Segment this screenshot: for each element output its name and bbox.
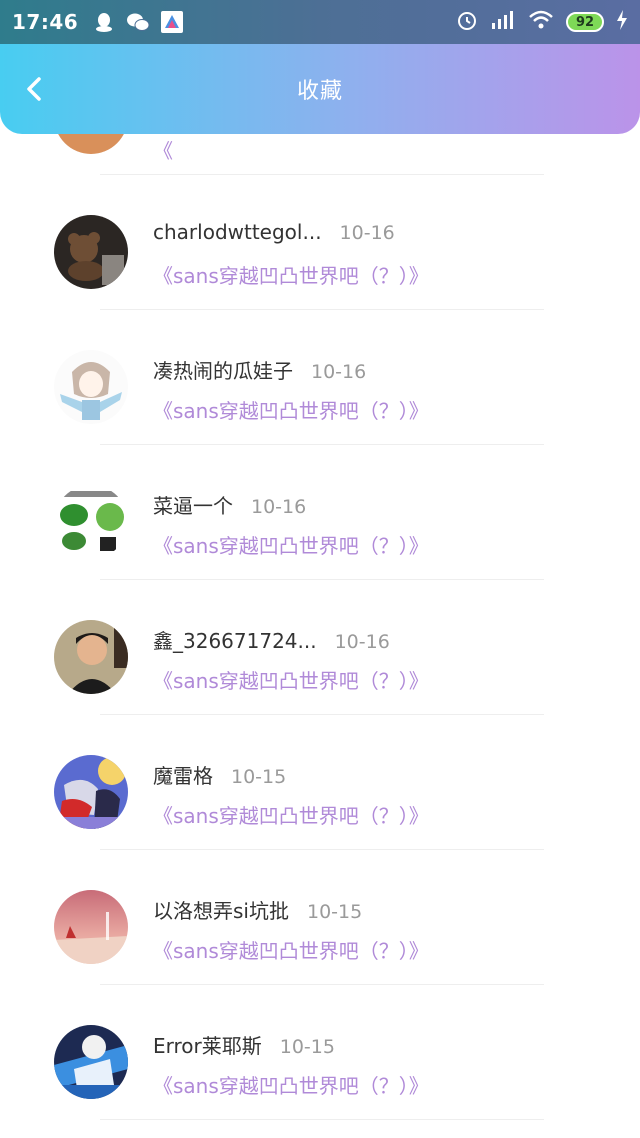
post-title[interactable]: 《 bbox=[153, 135, 173, 164]
user-name[interactable]: Error莱耶斯 bbox=[153, 1030, 262, 1059]
back-button[interactable] bbox=[22, 77, 46, 101]
user-name[interactable]: 魔雷格 bbox=[153, 760, 213, 789]
status-bar: 17:46 92 bbox=[0, 0, 640, 44]
list-item[interactable]: 凑热闹的瓜娃子 10-16 《sans穿越凹凸世界吧（？）》 bbox=[0, 310, 640, 445]
qq-icon bbox=[92, 10, 116, 34]
date-label: 10-15 bbox=[306, 901, 363, 923]
divider bbox=[100, 1119, 544, 1120]
avatar[interactable] bbox=[54, 890, 128, 964]
status-time: 17:46 bbox=[12, 10, 79, 34]
avatar[interactable] bbox=[54, 485, 128, 559]
user-name[interactable]: charlodwttegol... bbox=[153, 220, 322, 244]
post-title[interactable]: 《sans穿越凹凸世界吧（？）》 bbox=[153, 935, 429, 964]
post-title[interactable]: 《sans穿越凹凸世界吧（？）》 bbox=[153, 530, 429, 559]
avatar[interactable] bbox=[54, 755, 128, 829]
user-name[interactable]: 菜逼一个 bbox=[153, 490, 233, 519]
date-label: 10-16 bbox=[251, 496, 307, 518]
avatar[interactable] bbox=[54, 620, 128, 694]
avatar[interactable] bbox=[54, 215, 128, 289]
app-icon bbox=[160, 10, 184, 34]
date-label: 10-16 bbox=[334, 631, 390, 653]
post-title[interactable]: 《sans穿越凹凸世界吧（？）》 bbox=[153, 395, 429, 424]
date-label: 10-15 bbox=[279, 1036, 335, 1058]
signal-icon bbox=[490, 9, 516, 35]
wechat-icon bbox=[126, 10, 150, 34]
battery-icon: 92 bbox=[566, 12, 604, 32]
date-label: 10-16 bbox=[311, 361, 367, 383]
page-title: 收藏 bbox=[296, 79, 343, 104]
favorites-list: 《 charlodwttegol... 10-16 《sans穿越凹凸世界吧（？… bbox=[0, 40, 640, 1138]
list-item[interactable]: 魔雷格 10-15 《sans穿越凹凸世界吧（？）》 bbox=[0, 715, 640, 850]
user-name[interactable]: 鑫_326671724... bbox=[153, 625, 317, 654]
app-header: 收藏 bbox=[0, 44, 640, 134]
chevron-left-icon bbox=[27, 77, 41, 101]
post-title[interactable]: 《sans穿越凹凸世界吧（？）》 bbox=[153, 1070, 429, 1099]
charging-icon bbox=[616, 10, 628, 34]
avatar[interactable] bbox=[54, 1025, 128, 1099]
wifi-icon bbox=[528, 9, 554, 35]
date-label: 10-15 bbox=[231, 766, 287, 788]
list-item[interactable]: charlodwttegol... 10-16 《sans穿越凹凸世界吧（？）》 bbox=[0, 175, 640, 310]
list-item[interactable]: 以洛想弄si坑批 10-15 《sans穿越凹凸世界吧（？）》 bbox=[0, 850, 640, 985]
avatar[interactable] bbox=[54, 350, 128, 424]
post-title[interactable]: 《sans穿越凹凸世界吧（？）》 bbox=[153, 665, 429, 694]
post-title[interactable]: 《sans穿越凹凸世界吧（？）》 bbox=[153, 800, 429, 829]
user-name[interactable]: 凑热闹的瓜娃子 bbox=[153, 355, 293, 384]
list-item[interactable]: Error莱耶斯 10-15 《sans穿越凹凸世界吧（？）》 bbox=[0, 985, 640, 1120]
alarm-icon bbox=[456, 9, 478, 35]
list-item[interactable]: 鑫_326671724... 10-16 《sans穿越凹凸世界吧（？）》 bbox=[0, 580, 640, 715]
user-name[interactable]: 以洛想弄si坑批 bbox=[153, 895, 289, 924]
list-item[interactable]: 菜逼一个 10-16 《sans穿越凹凸世界吧（？）》 bbox=[0, 445, 640, 580]
post-title[interactable]: 《sans穿越凹凸世界吧（？）》 bbox=[153, 260, 429, 289]
date-label: 10-16 bbox=[339, 222, 395, 244]
